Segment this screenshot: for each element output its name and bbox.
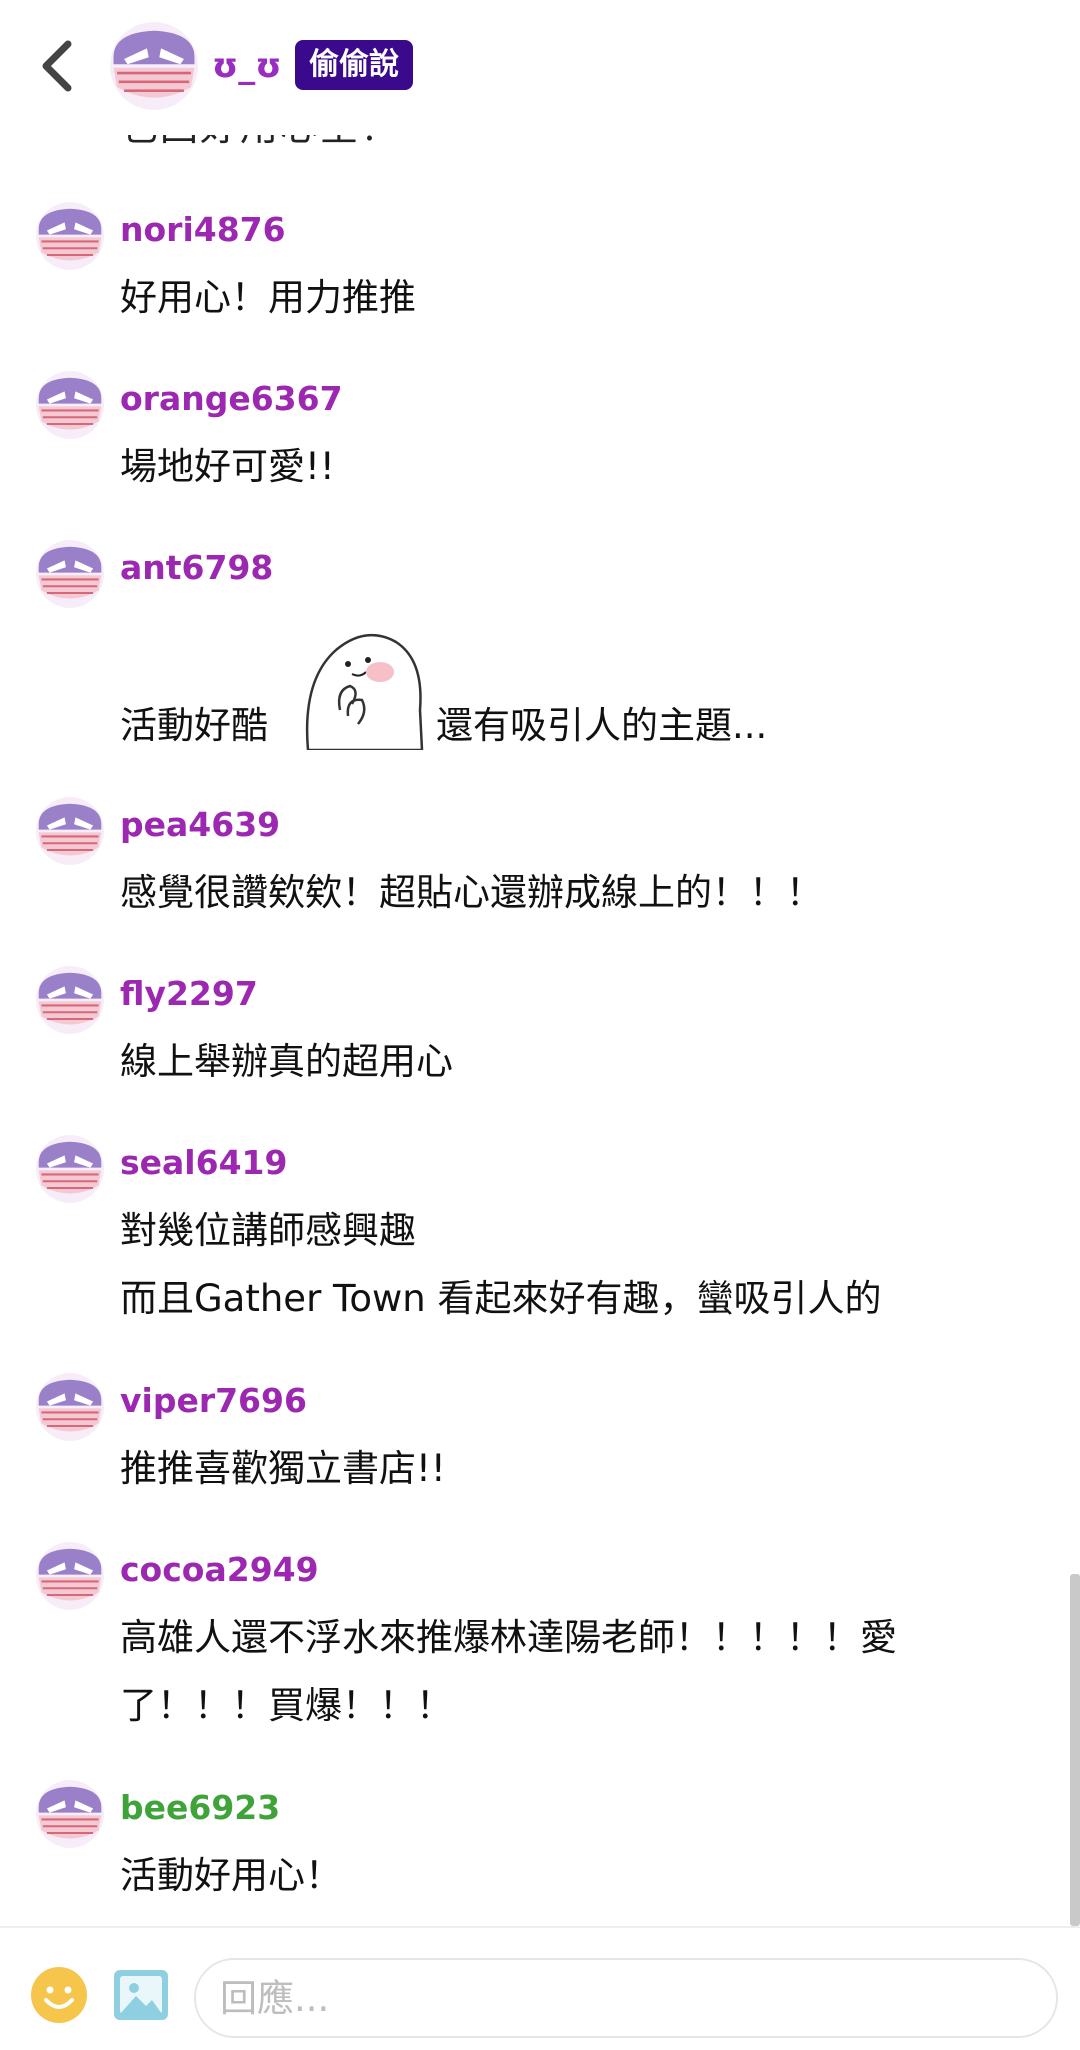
comment-text: 感覺很讚欸欸！超貼心還辦成線上的！！！: [120, 871, 823, 914]
comment-username[interactable]: viper7696: [120, 1379, 307, 1423]
comment-username[interactable]: pea4639: [120, 803, 280, 847]
image-icon: [114, 1970, 168, 2020]
comment-username[interactable]: orange6367: [120, 377, 343, 421]
ghost-sticker-icon: [305, 633, 424, 750]
header-avatar[interactable]: [110, 22, 198, 110]
comment-username[interactable]: cocoa2949: [120, 1548, 319, 1592]
smiley-icon: [31, 1967, 87, 2023]
reply-bar: [0, 1926, 1080, 2050]
user-avatar[interactable]: [36, 1780, 104, 1848]
scrollbar[interactable]: [1070, 1574, 1080, 1926]
comment-text: 了！！！買爆！！！: [120, 1684, 453, 1727]
back-button[interactable]: [34, 36, 82, 96]
user-avatar[interactable]: [36, 966, 104, 1034]
comment-text: 活動好用心！: [120, 1854, 342, 1897]
comment-text: 場地好可愛!!: [120, 445, 335, 488]
top-bar: ʊ_ʊ 偷偷說: [0, 0, 1080, 135]
comment-text: 還有吸引人的主題...: [436, 704, 768, 747]
user-avatar[interactable]: [36, 371, 104, 439]
comment-username[interactable]: bee6923: [120, 1786, 280, 1830]
comment-text: 而且Gather Town 看起來好有趣，蠻吸引人的: [120, 1277, 882, 1320]
comment-text: 活動好酷: [120, 704, 268, 747]
user-avatar[interactable]: [36, 1542, 104, 1610]
reply-input[interactable]: [194, 1958, 1058, 2038]
user-avatar[interactable]: [36, 797, 104, 865]
comment-username[interactable]: ant6798: [120, 546, 273, 590]
chevron-left-icon: [42, 40, 72, 92]
image-button[interactable]: [112, 1968, 170, 2022]
comment-text: 高雄人還不浮水來推爆林達陽老師！！！！！愛: [120, 1616, 897, 1659]
user-avatar[interactable]: [36, 1135, 104, 1203]
user-avatar[interactable]: [36, 1373, 104, 1441]
comment-username[interactable]: nori4876: [120, 208, 286, 252]
anonymous-badge: 偷偷說: [295, 40, 413, 90]
emoji-button[interactable]: [30, 1966, 88, 2024]
comment-username[interactable]: seal6419: [120, 1141, 287, 1185]
comment-text: 對幾位講師感興趣: [120, 1209, 416, 1252]
comment-text: 好用心！用力推推: [120, 276, 416, 319]
comment-text: 線上舉辦真的超用心: [120, 1040, 453, 1083]
comment-username[interactable]: fly2297: [120, 972, 258, 1016]
user-avatar[interactable]: [36, 540, 104, 608]
user-avatar[interactable]: [36, 202, 104, 270]
comment-text: 推推喜歡獨立書店!!: [120, 1447, 446, 1490]
header-author-name[interactable]: ʊ_ʊ: [212, 38, 282, 94]
